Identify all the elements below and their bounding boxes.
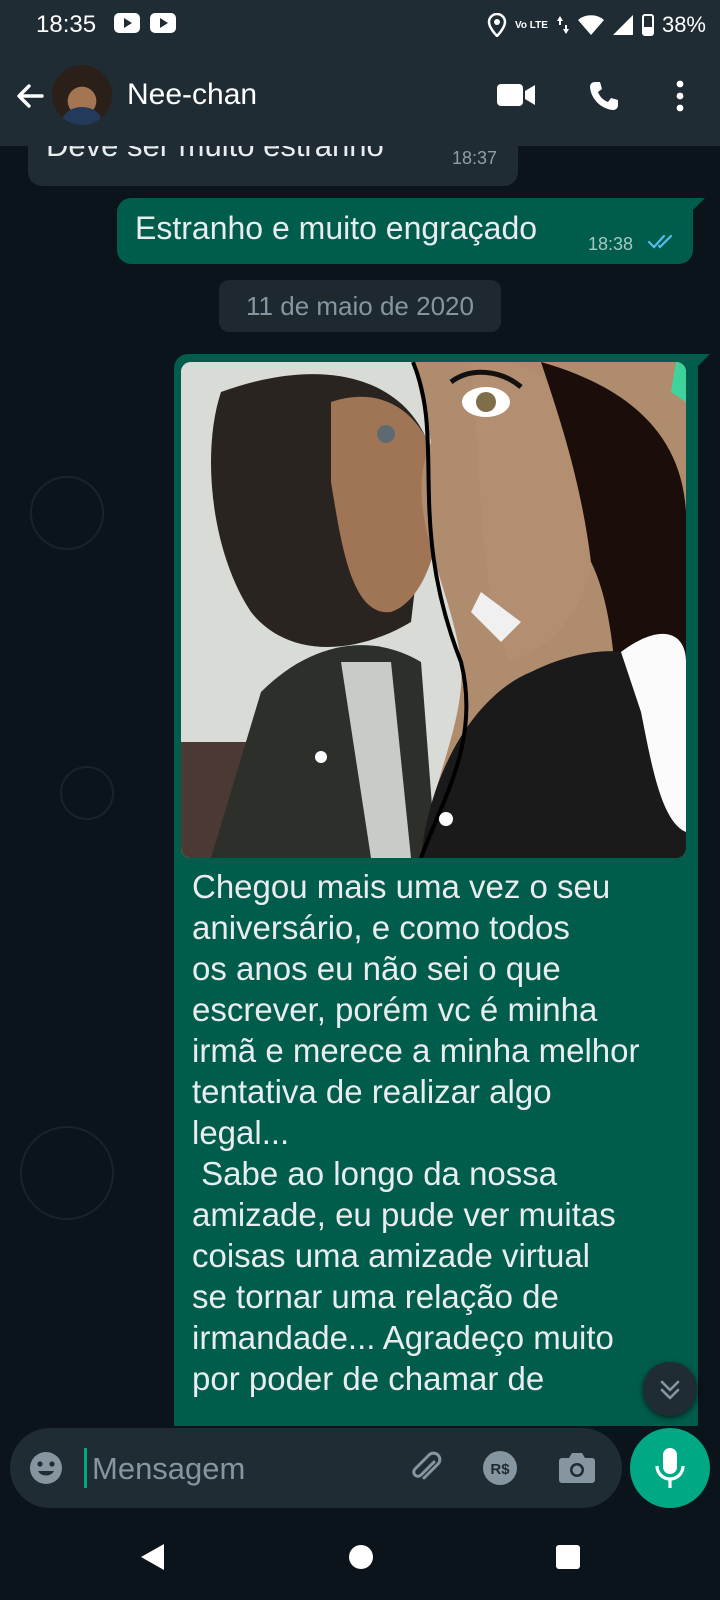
battery-icon: [641, 14, 654, 36]
chat-header: Nee-chan: [0, 50, 720, 146]
wifi-icon: [577, 15, 604, 35]
microphone-icon: [655, 1448, 685, 1488]
volte-indicator: Vo LTE: [514, 19, 548, 31]
message-time: 18:37: [452, 148, 498, 168]
emoji-icon[interactable]: [28, 1450, 64, 1486]
date-separator: 11 de maio de 2020: [219, 280, 501, 332]
incoming-message[interactable]: Deve ser muito estranho 18:37: [28, 146, 518, 186]
camera-icon[interactable]: [558, 1450, 596, 1484]
status-icons: Vo LTE 38%: [487, 9, 706, 41]
outgoing-message[interactable]: Estranho e muito engraçado 18:38: [117, 198, 705, 264]
battery-percent: 38%: [661, 12, 706, 37]
message-composer: R$: [10, 1428, 622, 1508]
nav-home-icon[interactable]: [348, 1544, 374, 1570]
shared-photo[interactable]: [181, 362, 686, 858]
location-icon: [487, 13, 507, 37]
message-text: Deve ser muito estranho: [46, 146, 384, 164]
photo-illustration: [181, 362, 686, 858]
wallpaper-doodle: [30, 476, 104, 550]
youtube-notification-icon: [114, 13, 140, 33]
contact-avatar[interactable]: [52, 65, 112, 125]
data-arrows-icon: [556, 16, 569, 34]
back-arrow-icon[interactable]: [12, 78, 48, 114]
cell-signal-icon: [612, 15, 633, 35]
status-bar: 18:35 Vo LTE 38%: [0, 0, 720, 50]
read-receipt-icon: [647, 234, 673, 249]
svg-text:R$: R$: [490, 1461, 510, 1478]
wallpaper-doodle: [60, 766, 114, 820]
system-nav-bar: [0, 1516, 720, 1600]
more-vert-icon[interactable]: [675, 80, 685, 112]
outgoing-image-message[interactable]: Chegou mais uma vez o seu aniversário, e…: [174, 354, 710, 1426]
phone-icon[interactable]: [588, 80, 620, 112]
scroll-to-bottom-button[interactable]: [643, 1362, 697, 1416]
chat-area[interactable]: Deve ser muito estranho 18:37 Estranho e…: [0, 146, 720, 1426]
message-time: 18:38: [588, 234, 634, 254]
voice-message-button[interactable]: [630, 1428, 710, 1508]
bubble-tail: [691, 198, 705, 212]
image-caption: Chegou mais uma vez o seu aniversário, e…: [192, 868, 640, 1397]
message-text: Estranho e muito engraçado: [135, 210, 538, 246]
status-time: 18:35: [36, 11, 97, 38]
nav-recents-icon[interactable]: [555, 1544, 581, 1570]
double-chevron-down-icon: [660, 1380, 680, 1400]
bubble-tail: [696, 354, 710, 368]
text-cursor: [84, 1448, 87, 1488]
message-input[interactable]: [90, 1446, 394, 1492]
attach-icon[interactable]: [406, 1448, 446, 1488]
video-call-icon[interactable]: [496, 82, 536, 108]
nav-back-icon[interactable]: [138, 1542, 166, 1572]
payment-icon[interactable]: R$: [482, 1450, 518, 1486]
wallpaper-doodle: [20, 1126, 114, 1220]
youtube-notification-icon: [150, 13, 176, 33]
contact-name[interactable]: Nee-chan: [127, 78, 257, 112]
